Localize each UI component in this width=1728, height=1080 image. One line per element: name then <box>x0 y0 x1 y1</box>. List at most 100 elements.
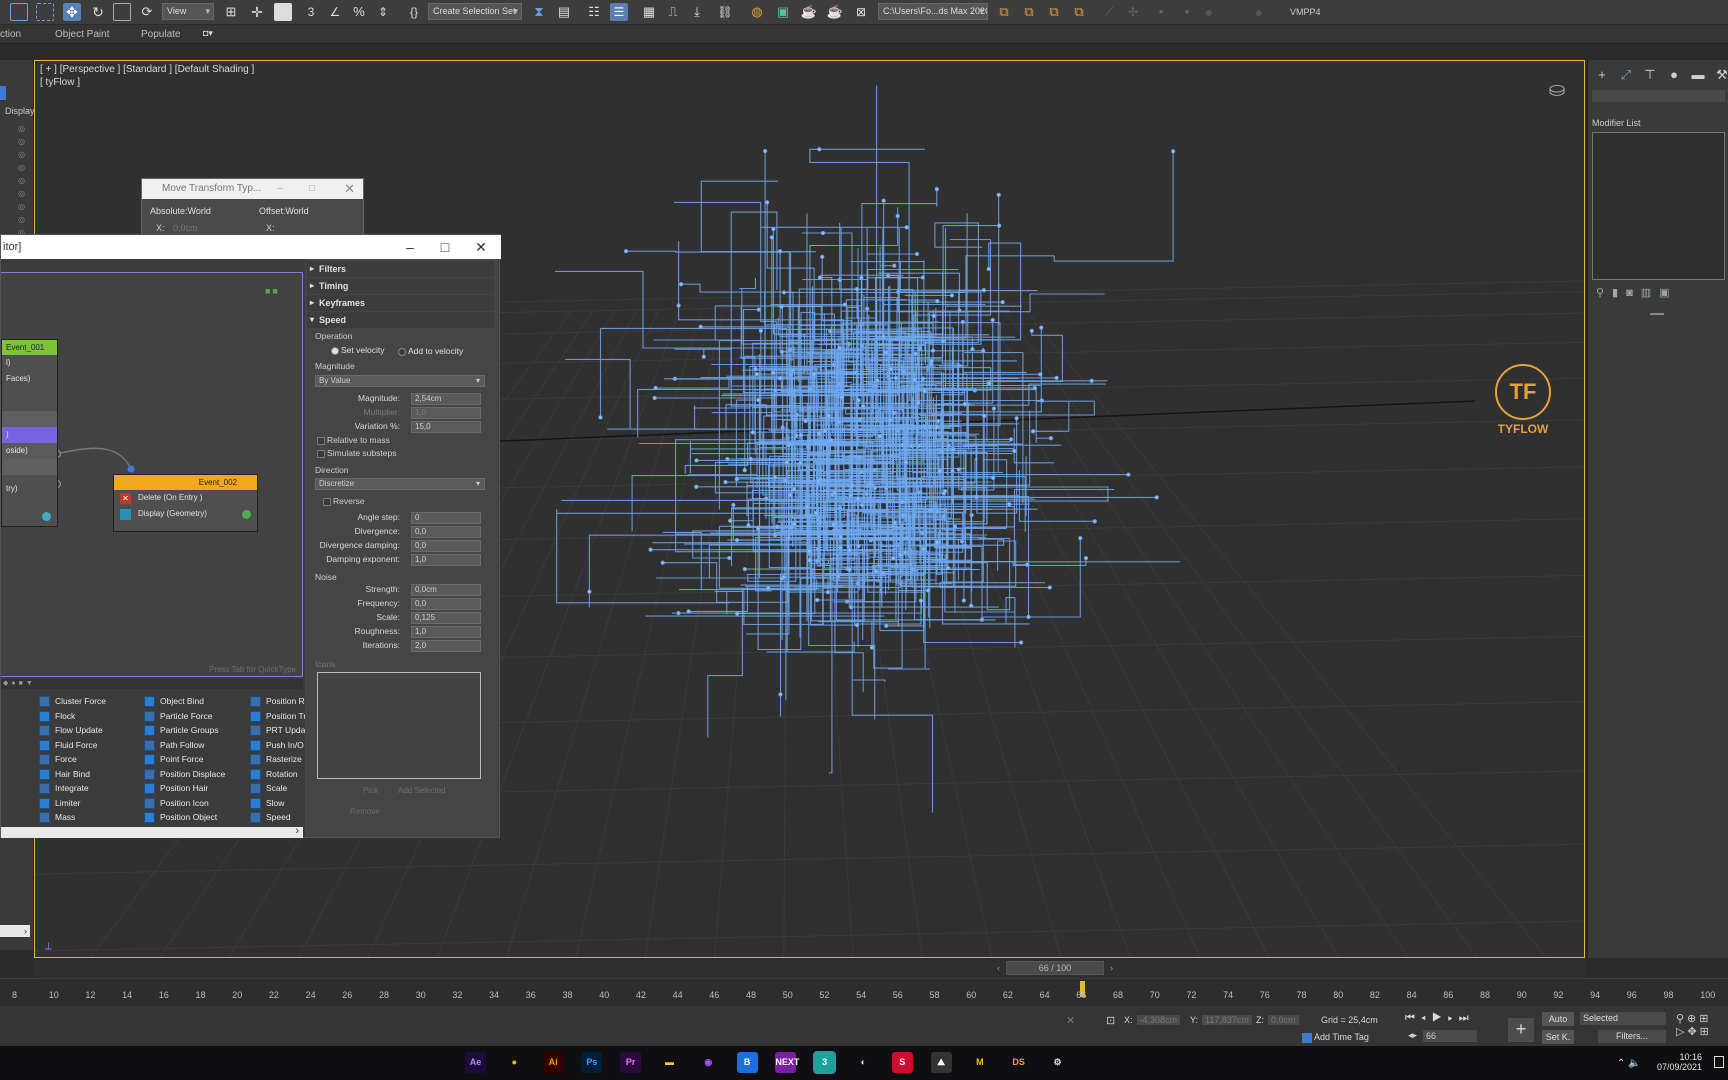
percent-snap-icon[interactable]: % <box>350 3 368 21</box>
angle-step-spinner[interactable]: 0 <box>411 512 481 524</box>
operator-item[interactable]: Flock <box>39 710 75 723</box>
render-setup-icon[interactable]: ▣ <box>774 3 792 21</box>
frequency-spinner[interactable]: 0,0 <box>411 598 481 610</box>
select-manipulate-icon[interactable]: ✛ <box>248 3 266 21</box>
place-icon[interactable]: ⟳ <box>138 3 156 21</box>
event-001-op[interactable] <box>2 459 57 475</box>
project-path-dropdown[interactable]: C:\Users\Fo...ds Max 202C <box>878 3 988 20</box>
sphere-icon[interactable]: ● <box>1200 3 1218 21</box>
maximize-icon[interactable]: □ <box>309 179 315 199</box>
ribbon-tab-selection[interactable]: ction <box>0 29 21 40</box>
iterations-spinner[interactable]: 2,0 <box>411 640 481 652</box>
pivot-icon[interactable]: ⊞ <box>222 3 240 21</box>
archive-icon[interactable]: ⧉ <box>1070 3 1088 21</box>
dot-small-icon[interactable]: ● <box>1178 3 1196 21</box>
divergence-damping-spinner[interactable]: 0,0 <box>411 540 481 552</box>
strength-spinner[interactable]: 0,0cm <box>411 584 481 596</box>
operator-scrollbar[interactable]: › <box>1 825 303 838</box>
event-001-node[interactable]: Event_001 l) Faces) ) oside) try) <box>1 339 58 527</box>
keyframes-rollout[interactable]: Keyframes <box>307 295 494 311</box>
magnitude-spinner[interactable]: 2,54cm <box>411 393 481 405</box>
layer-explorer-icon[interactable]: ☰ <box>610 3 628 21</box>
x-value[interactable]: -4,308cm <box>1136 1015 1181 1025</box>
operator-item[interactable]: Rotation <box>250 768 298 781</box>
roughness-spinner[interactable]: 1,0 <box>411 626 481 638</box>
taskbar-app-icon[interactable]: NEXT <box>775 1052 799 1073</box>
utilities-tab-icon[interactable]: ⚒ <box>1714 67 1728 83</box>
viewport-sublabel[interactable]: [ tyFlow ] <box>40 77 80 88</box>
taskbar-app-icon[interactable]: 3 <box>813 1051 837 1074</box>
operator-item[interactable]: Fluid Force <box>39 739 98 752</box>
ribbon-tab-object-paint[interactable]: Object Paint <box>55 29 109 40</box>
divergence-spinner[interactable]: 0,0 <box>411 526 481 538</box>
brush-icon[interactable]: ⟋ <box>1100 3 1118 21</box>
snap-toggle-icon[interactable]: ✢ <box>1124 3 1142 21</box>
operator-item[interactable]: Position Displace <box>144 768 225 781</box>
go-to-start-icon[interactable]: ⏮ <box>1405 1012 1421 1024</box>
lock-icon[interactable]: ✕ <box>1066 1014 1075 1027</box>
add-time-tag[interactable]: Add Time Tag <box>1302 1032 1369 1043</box>
save-folder-icon[interactable]: ⧉ <box>1020 3 1038 21</box>
operator-toolbar-icons[interactable]: ◆●■▼ <box>3 679 36 687</box>
pick-button[interactable]: Pick <box>363 786 378 795</box>
y-coordinate[interactable]: Y: 117,837cm <box>1190 1015 1252 1025</box>
relative-mass-checkbox[interactable]: Relative to mass <box>317 435 390 445</box>
event-001-op[interactable]: Faces) <box>2 371 57 387</box>
object-name-field[interactable] <box>1592 90 1725 102</box>
reverse-checkbox[interactable]: Reverse <box>323 496 365 506</box>
prev-frame-icon[interactable]: ‹ <box>997 962 1000 974</box>
event-002-node[interactable]: Event_002 ✕ Delete (On Entry ) Display (… <box>113 474 258 532</box>
auto-key-button[interactable]: Auto <box>1542 1012 1574 1026</box>
operator-item[interactable]: Position Object <box>144 811 217 824</box>
event-001-op[interactable] <box>2 387 57 411</box>
operator-item[interactable]: Limiter <box>39 797 81 810</box>
clock[interactable]: 10:16 07/09/2021 <box>1652 1052 1702 1072</box>
select-region-icon[interactable] <box>10 3 28 21</box>
keyboard-shortcut-icon[interactable] <box>274 3 292 21</box>
taskbar-app-icon[interactable]: ◐ <box>853 1052 874 1073</box>
event-001-display-swatch[interactable] <box>42 512 51 521</box>
taskbar-app-icon[interactable]: Pr <box>620 1052 642 1073</box>
next-frame-icon[interactable]: › <box>1110 962 1113 974</box>
named-sets-icon[interactable]: {} <box>405 3 423 21</box>
event-001-header[interactable]: Event_001 <box>2 340 57 355</box>
spinner-snap-icon[interactable]: ⇕ <box>374 3 392 21</box>
editor-close-icon[interactable]: ✕ <box>464 235 498 259</box>
next-key-icon[interactable]: ▸ <box>1448 1012 1459 1024</box>
taskbar-app-icon[interactable]: Ae <box>465 1052 486 1073</box>
simulate-substeps-checkbox[interactable]: Simulate substeps <box>317 448 396 458</box>
toggle-ribbon-icon[interactable]: ▦ <box>640 3 658 21</box>
absolute-mode-icon[interactable]: ⊡ <box>1106 1014 1115 1027</box>
taskbar-app-icon[interactable]: DS <box>1008 1052 1030 1073</box>
z-coordinate[interactable]: Z: 0,0cm <box>1256 1015 1299 1025</box>
sphere-small-icon[interactable]: ● <box>1250 3 1268 21</box>
icons-listbox[interactable] <box>317 672 481 779</box>
add-selected-button[interactable]: Add Selected <box>398 786 446 795</box>
operator-item[interactable]: Rasterize <box>250 753 302 766</box>
rendered-frame-icon[interactable]: ☕ <box>800 3 818 21</box>
set-velocity-radio[interactable]: Set velocity <box>331 345 384 355</box>
time-slider-thumb[interactable]: ‹ 66 / 100 › <box>997 961 1113 975</box>
taskbar-app-icon[interactable]: ▬ <box>659 1052 680 1073</box>
taskbar-app-icon[interactable]: Ps <box>581 1052 603 1073</box>
timing-rollout[interactable]: Timing <box>307 278 494 294</box>
material-editor-icon[interactable]: ◍ <box>748 3 766 21</box>
go-to-end-icon[interactable]: ⏭ <box>1459 1012 1475 1024</box>
operator-item[interactable]: Position Icon <box>144 797 209 810</box>
selected-dropdown[interactable]: Selected <box>1580 1012 1666 1025</box>
viewport-label[interactable]: [ + ] [Perspective ] [Standard ] [Defaul… <box>40 64 254 75</box>
z-value[interactable]: 0,0cm <box>1268 1015 1299 1025</box>
operator-item[interactable]: Hair Bind <box>39 768 90 781</box>
operator-item[interactable]: Object Bind <box>144 695 204 708</box>
flow-graph[interactable]: ■■ Event_001 l) Faces) ) oside) try) Eve… <box>1 272 303 677</box>
operator-item[interactable]: Speed <box>250 811 291 824</box>
y-value[interactable]: 117,837cm <box>1202 1015 1252 1025</box>
editor-maximize-icon[interactable]: □ <box>428 235 462 259</box>
curve-editor-icon[interactable]: ⎍ <box>664 3 682 21</box>
taskbar-app-icon[interactable]: M <box>969 1052 991 1073</box>
explorer-arrow-button[interactable]: › <box>0 925 30 937</box>
operator-item[interactable]: Force <box>39 753 77 766</box>
operator-item[interactable]: Position Hair <box>144 782 208 795</box>
scale-spinner[interactable]: 0,125 <box>411 612 481 624</box>
add-velocity-radio[interactable]: Add to velocity <box>398 346 463 356</box>
